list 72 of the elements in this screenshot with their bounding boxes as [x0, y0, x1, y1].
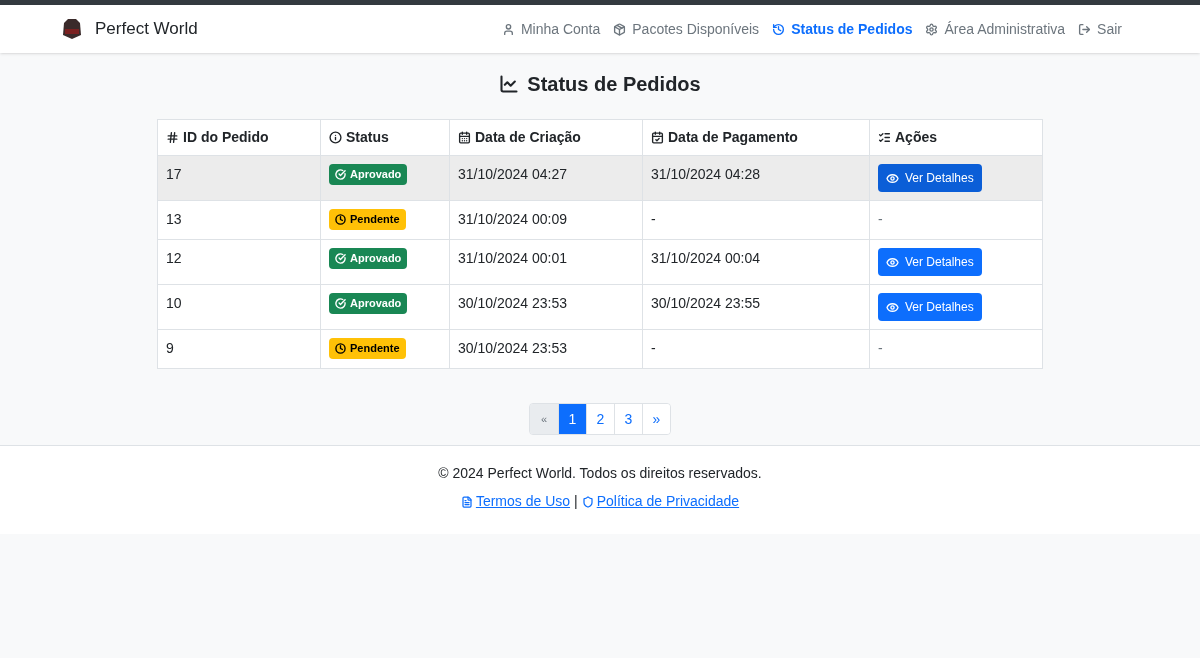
- page-title: Status de Pedidos: [499, 69, 701, 99]
- user-icon: [501, 22, 515, 36]
- table-cell: 30/10/2024 23:53: [458, 340, 567, 356]
- table-row[interactable]: 9 Pendente 30/10/2024 23:53 - -: [157, 329, 1043, 369]
- status-badge: Aprovado: [329, 164, 408, 185]
- table-cell: 31/10/2024 00:01: [458, 250, 567, 266]
- checklist-icon: [878, 131, 891, 144]
- table-cell: -: [878, 340, 883, 356]
- nav-link[interactable]: Minha Conta: [501, 18, 601, 40]
- details-button[interactable]: Ver Detalhes: [878, 164, 982, 192]
- status-badge: Pendente: [329, 209, 406, 230]
- status-badge: Aprovado: [329, 293, 408, 314]
- details-button[interactable]: Ver Detalhes: [878, 293, 982, 321]
- eye-icon: [886, 300, 899, 314]
- footer-link[interactable]: Política de Privacidade: [596, 491, 740, 512]
- table-cell: 31/10/2024 04:28: [651, 166, 760, 182]
- table-cell: 31/10/2024 00:04: [651, 250, 760, 266]
- nav-link[interactable]: Pacotes Disponíveis: [613, 18, 760, 40]
- calendar-check-icon: [651, 131, 664, 144]
- brand-name[interactable]: Perfect World: [95, 16, 198, 42]
- table-cell: 31/10/2024 04:27: [458, 166, 567, 182]
- table-cell: 12: [166, 250, 182, 266]
- column-header: Data de Pagamento: [642, 119, 870, 156]
- table-cell: 31/10/2024 00:09: [458, 211, 567, 227]
- line-chart-icon: [499, 74, 520, 94]
- logo-icon: [60, 17, 84, 41]
- table-row[interactable]: 10 Aprovado 30/10/2024 23:53 30/10/2024 23:55 Ver Detalhes: [157, 284, 1043, 330]
- nav-link[interactable]: Status de Pedidos: [772, 18, 913, 40]
- check-circle-icon: [335, 168, 346, 180]
- column-header: ID do Pedido: [157, 119, 321, 156]
- status-badge: Aprovado: [329, 248, 408, 269]
- column-header: Ações: [869, 119, 1043, 156]
- page-button[interactable]: »: [642, 404, 670, 434]
- table-cell: 30/10/2024 23:55: [651, 295, 760, 311]
- clock-icon: [335, 213, 346, 225]
- table-cell: 9: [166, 340, 174, 356]
- page-button[interactable]: 1: [558, 404, 586, 434]
- check-circle-icon: [335, 297, 346, 309]
- nav-link[interactable]: Sair: [1078, 18, 1122, 40]
- eye-icon: [886, 171, 899, 185]
- box-icon: [613, 22, 627, 36]
- table-row[interactable]: 12 Aprovado 31/10/2024 00:01 31/10/2024 00:04 Ver Detalhes: [157, 239, 1043, 285]
- clock-icon: [335, 342, 346, 354]
- table-cell: 10: [166, 295, 182, 311]
- document-icon: [460, 495, 473, 508]
- logout-icon: [1078, 22, 1092, 36]
- column-header: Data de Criação: [449, 119, 643, 156]
- hash-icon: [166, 131, 179, 144]
- footer-link[interactable]: Termos de Uso: [475, 491, 571, 512]
- status-badge: Pendente: [329, 338, 406, 359]
- shield-icon: [581, 495, 594, 508]
- table-cell: 17: [166, 166, 182, 182]
- table-cell: -: [651, 211, 656, 227]
- gears-icon: [925, 22, 939, 36]
- table-cell: -: [878, 211, 883, 227]
- table-row[interactable]: 13 Pendente 31/10/2024 00:09 - -: [157, 200, 1043, 240]
- table-cell: 13: [166, 211, 182, 227]
- eye-icon: [886, 255, 899, 269]
- nav-link[interactable]: Área Administrativa: [925, 18, 1066, 40]
- details-button[interactable]: Ver Detalhes: [878, 248, 982, 276]
- copyright-text: © 2024 Perfect World. Todos os direitos reservados.: [438, 464, 762, 483]
- check-circle-icon: [335, 252, 346, 264]
- calendar-icon: [458, 131, 471, 144]
- history-icon: [772, 22, 786, 36]
- table-row[interactable]: 17 Aprovado 31/10/2024 04:27 31/10/2024 04:28 Ver Detalhes: [157, 155, 1043, 201]
- info-icon: [329, 131, 342, 144]
- table-cell: -: [651, 340, 656, 356]
- page-button[interactable]: 2: [586, 404, 614, 434]
- separator-text: |: [574, 492, 578, 511]
- table-cell: 30/10/2024 23:53: [458, 295, 567, 311]
- column-header: Status: [320, 119, 450, 156]
- page-button[interactable]: 3: [614, 404, 642, 434]
